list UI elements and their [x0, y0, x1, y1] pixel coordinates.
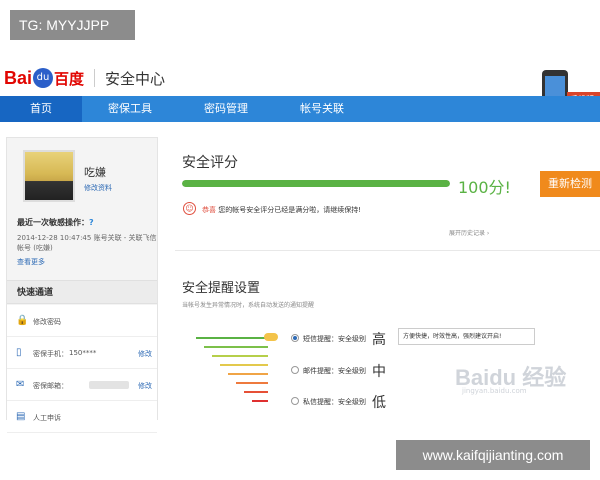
logo-divider	[94, 69, 96, 87]
level-bar	[196, 337, 268, 339]
sidebar: 吃嫌 修改资料 最近一次敏感操作：? 2014-12-28 10:47:45 账…	[6, 137, 158, 433]
sms-alert-radio[interactable]	[291, 334, 299, 342]
expand-history-link[interactable]: 展开历史记录 ›	[449, 228, 489, 237]
last-operation-detail: 2014-12-28 10:47:45 账号关联 - 关联飞信帐号 (吃嫌)	[17, 234, 157, 252]
sms-alert-label: 短信提醒：安全级别	[303, 335, 366, 343]
quick-manual-appeal[interactable]: ▤ 人工申诉	[7, 401, 157, 433]
edit-profile-link[interactable]: 修改资料	[84, 183, 112, 193]
security-phone-value: 150****	[69, 349, 97, 357]
tag-overlay: TG: MYYJJPP	[10, 10, 135, 40]
avatar[interactable]	[23, 150, 75, 202]
message-alert-label: 私信提醒：安全级别	[303, 398, 366, 406]
level-bar	[204, 346, 268, 348]
page-title: 安全中心	[105, 69, 166, 88]
level-bar	[244, 391, 268, 393]
sms-level-high: 高	[372, 332, 386, 348]
score-progress-fill	[182, 180, 450, 187]
header: Bai du 百度 安全中心	[0, 58, 600, 96]
level-bar	[212, 355, 268, 357]
phone-icon: ▯	[16, 347, 22, 358]
main-nav: 首页 密保工具 密码管理 帐号关联	[0, 96, 600, 122]
quick-access-header: 快速通道	[7, 280, 157, 304]
message-level-low: 低	[372, 395, 386, 411]
quick-item-label: 人工申诉	[33, 414, 61, 422]
email-level-medium: 中	[372, 364, 386, 380]
level-bar	[220, 364, 268, 366]
congrats-text: 您的帐号安全评分已经是满分啦，请继续保持!	[218, 206, 362, 214]
nav-security-tools[interactable]: 密保工具	[82, 96, 178, 122]
nav-home[interactable]: 首页	[0, 96, 82, 122]
watermark-url: jingyan.baidu.com	[462, 387, 527, 395]
email-alert-radio[interactable]	[291, 366, 299, 374]
level-bar	[252, 400, 268, 402]
quick-item-label: 密保邮箱：	[33, 382, 68, 390]
url-overlay: www.kaifqijianting.com	[396, 440, 590, 470]
quick-change-password[interactable]: 🔒 修改密码	[7, 305, 157, 337]
alert-settings-subtitle: 当帐号发生异常情况时，系统自动发送的通知提醒	[182, 302, 315, 309]
recheck-button[interactable]: 重新检测	[540, 171, 600, 197]
lock-icon: 🔒	[16, 315, 29, 326]
nav-password-management[interactable]: 密码管理	[178, 96, 274, 122]
see-more-link[interactable]: 查看更多	[17, 257, 45, 267]
logo-bai-text: Bai	[4, 67, 33, 88]
help-icon[interactable]: ?	[89, 218, 94, 227]
score-value: 100分!	[458, 178, 511, 197]
congrats-prefix: 恭喜	[202, 206, 216, 214]
message-alert-radio[interactable]	[291, 397, 299, 405]
quick-item-label: 修改密码	[33, 318, 61, 326]
level-slider-knob[interactable]	[264, 333, 278, 341]
edit-phone-link[interactable]: 修改	[138, 349, 152, 359]
quick-security-email: ✉ 密保邮箱： 修改	[7, 369, 157, 401]
quick-security-phone: ▯ 密保手机： 150**** 修改	[7, 337, 157, 369]
level-bar	[236, 382, 268, 384]
last-operation-label: 最近一次敏感操作：	[17, 218, 89, 227]
congrats-message: 恭喜 您的帐号安全评分已经是满分啦，请继续保持!	[202, 205, 361, 215]
alert-settings-title: 安全提醒设置	[182, 281, 261, 296]
email-redacted	[89, 381, 129, 389]
quick-item-label: 密保手机：	[33, 350, 68, 358]
email-alert-label: 邮件提醒：安全级别	[303, 367, 366, 375]
score-progress-bar	[182, 180, 450, 187]
section-divider	[175, 250, 600, 251]
level-bar	[228, 373, 268, 375]
mail-icon: ✉	[16, 379, 25, 390]
nav-account-linking[interactable]: 帐号关联	[274, 96, 370, 122]
last-operation-title: 最近一次敏感操作：?	[17, 217, 94, 228]
username: 吃嫌	[84, 166, 106, 179]
recommendation-tip: 方便快捷，时效性高，强烈建议开启!	[398, 328, 535, 345]
baidu-logo[interactable]: Bai du 百度 安全中心	[4, 66, 165, 90]
smile-icon: ☺	[183, 202, 196, 215]
document-icon: ▤	[16, 411, 26, 422]
security-score-title: 安全评分	[182, 155, 238, 171]
logo-baidu-text: 百度	[54, 69, 85, 88]
paw-icon: du	[33, 68, 54, 88]
edit-email-link[interactable]: 修改	[138, 381, 152, 391]
